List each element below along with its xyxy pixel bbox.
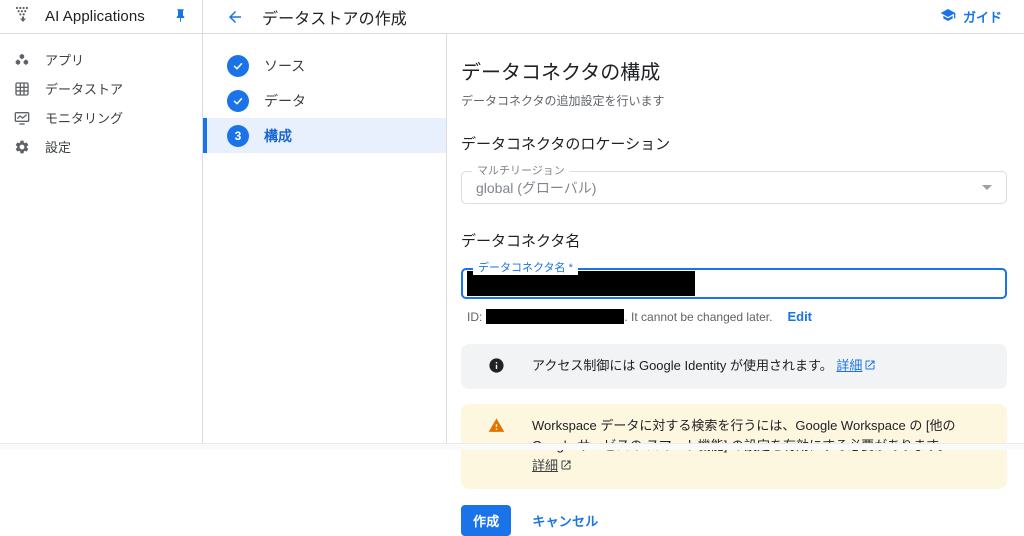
id-prefix: ID: <box>467 309 483 324</box>
sidebar-item-apps[interactable]: アプリ <box>0 45 202 74</box>
id-suffix: . It cannot be changed later. <box>624 309 773 324</box>
sidebar-item-datastore[interactable]: データストア <box>0 74 202 103</box>
warning-detail-link[interactable]: 詳細 <box>532 458 572 473</box>
location-section-heading: データコネクタのロケーション <box>461 136 671 153</box>
multi-region-value: global (グローバル) <box>476 179 597 196</box>
back-arrow-icon[interactable] <box>225 7 245 27</box>
monitoring-icon <box>14 110 30 126</box>
multi-region-label: マルチリージョン <box>472 165 570 178</box>
bottom-divider <box>0 443 1024 450</box>
step-complete-check-icon <box>227 54 249 77</box>
step-data[interactable]: データ <box>203 83 446 118</box>
external-link-icon <box>560 457 572 477</box>
step-label: データ <box>264 92 306 109</box>
sidebar-item-label: モニタリング <box>45 111 124 126</box>
redacted-id-value <box>486 309 625 324</box>
cancel-button[interactable]: キャンセル <box>520 505 610 536</box>
step-number-badge: 3 <box>227 124 249 147</box>
main-form: データコネクタの構成 データコネクタの追加設定を行います データコネクタのロケー… <box>447 34 1024 536</box>
warning-icon <box>488 417 505 437</box>
create-button[interactable]: 作成 <box>461 505 512 536</box>
sidebar-item-monitoring[interactable]: モニタリング <box>0 103 202 132</box>
app-name: AI Applications <box>45 8 145 25</box>
app-window: AI Applications アプリ データストア モニタリング 設定 データ… <box>0 0 1024 536</box>
identity-info-banner: アクセス制御には Google Identity が使用されます。 詳細 <box>461 344 1007 389</box>
info-detail-link[interactable]: 詳細 <box>836 358 876 373</box>
pin-icon[interactable] <box>173 8 188 26</box>
external-link-icon <box>864 357 876 377</box>
step-label: ソース <box>264 57 306 74</box>
content-column: データストアの作成 ガイド ソース データ 3 構成 データコネクタの構成 デー… <box>203 0 1024 536</box>
edit-id-link[interactable]: Edit <box>787 309 812 324</box>
step-source[interactable]: ソース <box>203 48 446 83</box>
sidebar-item-settings[interactable]: 設定 <box>0 132 202 161</box>
workarea: ソース データ 3 構成 データコネクタの構成 データコネクタの追加設定を行いま… <box>203 34 1024 536</box>
sidebar: AI Applications アプリ データストア モニタリング 設定 <box>0 0 203 450</box>
form-title: データコネクタの構成 <box>461 62 661 84</box>
sidebar-item-label: アプリ <box>45 53 85 68</box>
step-complete-check-icon <box>227 89 249 112</box>
data-connector-name-input[interactable]: データコネクタ名 * <box>461 262 1007 299</box>
page-header: データストアの作成 ガイド <box>203 0 1024 34</box>
step-configuration[interactable]: 3 構成 <box>203 118 446 153</box>
info-icon <box>488 357 505 377</box>
datastore-grid-icon <box>14 81 30 97</box>
connector-id-row: ID: . It cannot be changed later. Edit <box>461 309 1007 324</box>
sidebar-header: AI Applications <box>0 0 202 34</box>
form-subtitle: データコネクタの追加設定を行います <box>461 94 665 108</box>
apps-icon <box>14 52 30 68</box>
ai-applications-logo-icon <box>13 5 33 28</box>
info-banner-text: アクセス制御には Google Identity が使用されます。 <box>532 358 833 373</box>
guide-school-icon <box>940 7 956 26</box>
name-section-heading: データコネクタ名 <box>461 233 581 250</box>
multi-region-select[interactable]: マルチリージョン global (グローバル) <box>461 165 1007 204</box>
sidebar-nav: アプリ データストア モニタリング 設定 <box>0 34 202 161</box>
settings-gear-icon <box>14 139 30 155</box>
page-title: データストアの作成 <box>262 10 407 28</box>
data-connector-name-label: データコネクタ名 * <box>473 262 578 275</box>
sidebar-item-label: データストア <box>45 82 124 97</box>
sidebar-item-label: 設定 <box>45 140 72 155</box>
form-actions: 作成 キャンセル <box>461 505 1007 536</box>
guide-label: ガイド <box>962 10 1002 25</box>
chevron-down-icon <box>982 185 992 190</box>
guide-link[interactable]: ガイド <box>940 7 1002 26</box>
stepper-panel: ソース データ 3 構成 <box>203 34 447 450</box>
step-label: 構成 <box>264 127 292 144</box>
